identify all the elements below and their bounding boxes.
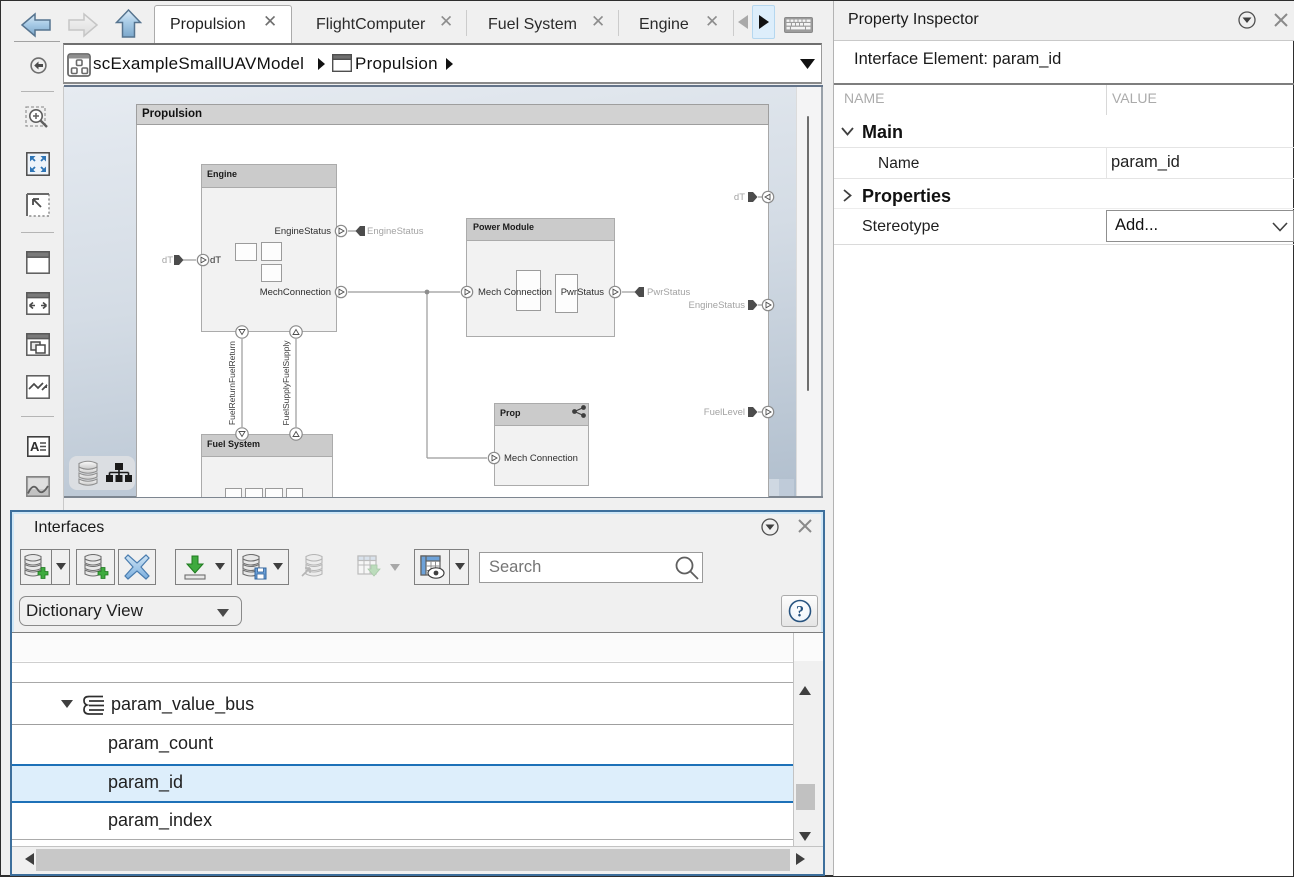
svg-text:A: A: [30, 439, 40, 454]
svg-text:?: ?: [796, 604, 804, 621]
